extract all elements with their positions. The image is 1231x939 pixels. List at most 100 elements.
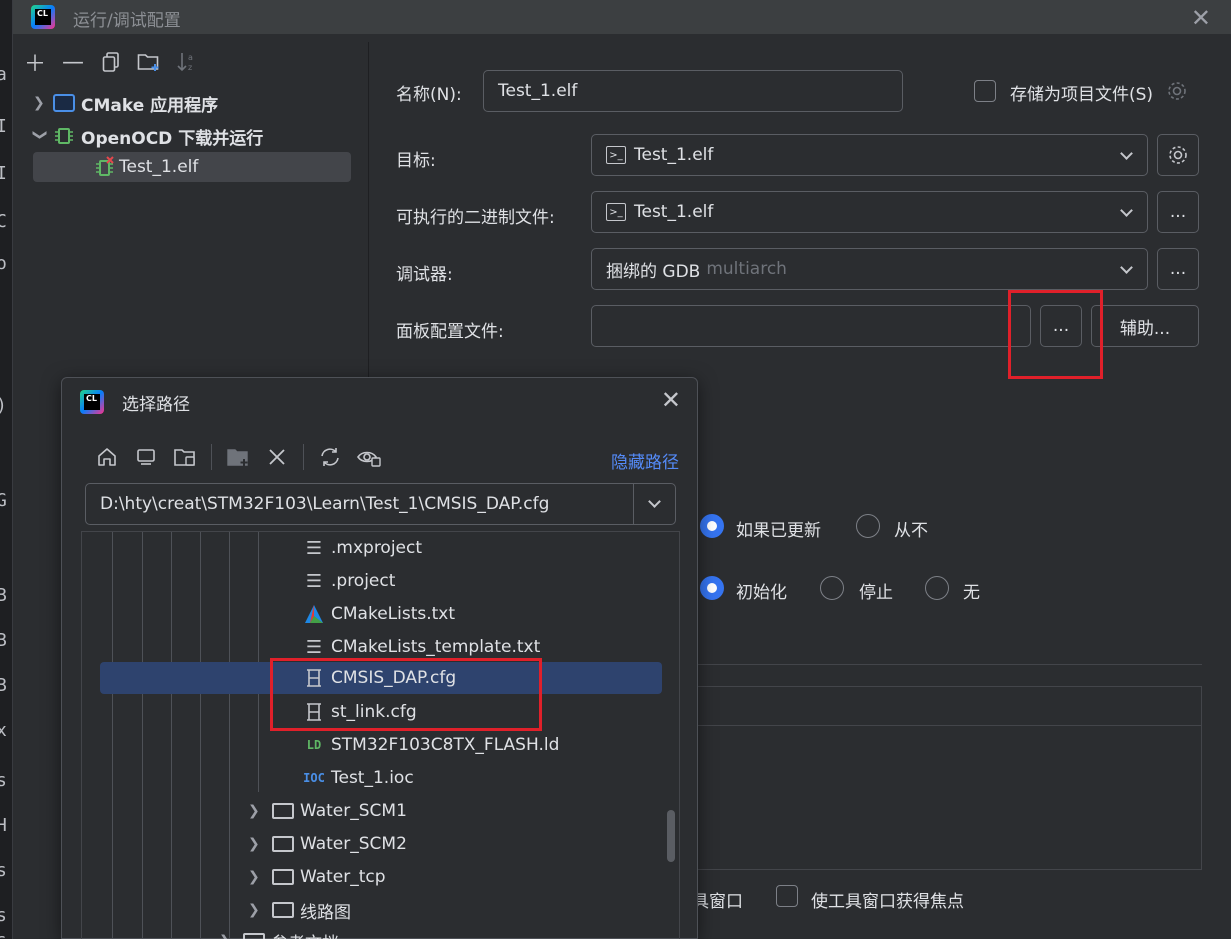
file-row[interactable]: IOC Test_1.ioc (303, 762, 414, 794)
radio-halt[interactable] (820, 576, 844, 600)
add-icon[interactable]: ＋ (23, 50, 47, 77)
text-file-icon: ☰ (305, 570, 323, 592)
chevron-down-icon[interactable]: ❯ (32, 129, 48, 143)
name-label: 名称(N): (396, 85, 462, 105)
chooser-title: 选择路径 (122, 395, 190, 415)
executable-dropdown[interactable]: >_ Test_1.elf (591, 191, 1148, 233)
cmake-app-icon (53, 94, 75, 112)
radio-if-updated[interactable] (700, 514, 724, 538)
tree-guide (229, 532, 230, 939)
cmake-icon (305, 605, 323, 623)
toolbar-separator (303, 444, 304, 470)
scrollbar-thumb[interactable] (667, 810, 675, 862)
select-path-dialog: CL 选择路径 ✕ 隐藏路径 D:\hty\creat\STM32F103\Le… (61, 377, 698, 939)
chevron-right-icon[interactable]: ❯ (248, 803, 266, 819)
editor-char: B (0, 675, 7, 696)
delete-icon[interactable] (264, 444, 290, 470)
file-name: STM32F103C8TX_FLASH.ld (331, 735, 560, 755)
dialog-title: 运行/调试配置 (73, 11, 181, 31)
tree-item-openocd[interactable]: ❯ OpenOCD 下载并运行 (32, 121, 263, 151)
editor-background-strip: aIICo)GBBBxsHssss (0, 0, 12, 939)
file-name: Test_1.ioc (331, 768, 414, 788)
clion-logo-icon: CL (80, 390, 104, 414)
radio-none[interactable] (925, 576, 949, 600)
focus-tool-window-checkbox[interactable] (776, 885, 798, 907)
debugger-label: 调试器: (396, 265, 453, 285)
executable-browse-button[interactable]: ... (1157, 191, 1199, 233)
file-row[interactable]: ☰ .mxproject (304, 532, 422, 564)
gear-icon[interactable] (1166, 80, 1188, 102)
before-launch-list[interactable] (690, 686, 1202, 870)
radio-halt-label: 停止 (859, 583, 893, 603)
terminal-icon: >_ (606, 203, 626, 221)
editor-char: o (0, 253, 7, 274)
show-hidden-icon[interactable] (356, 444, 382, 470)
folder-row[interactable]: ❯ Water_tcp (248, 861, 386, 893)
editor-char: s (0, 770, 7, 791)
folder-row[interactable]: ❯ 线路图 (248, 894, 351, 926)
separator (690, 664, 1202, 665)
titlebar: CL 运行/调试配置 ✕ (13, 0, 1231, 34)
terminal-icon: >_ (606, 146, 626, 164)
home-icon[interactable] (94, 444, 120, 470)
target-label: 目标: (396, 151, 436, 171)
executable-value: Test_1.elf (634, 202, 714, 222)
show-tool-window-label: 具窗口 (692, 892, 743, 912)
file-name: CMakeLists_template.txt (331, 637, 541, 657)
folder-row[interactable]: ❯ Water_SCM2 (248, 828, 407, 860)
debugger-browse-button[interactable]: ... (1157, 248, 1199, 290)
chevron-right-icon[interactable]: ❯ (33, 95, 53, 111)
config-toolbar: ＋ — az (23, 50, 199, 78)
close-icon[interactable]: ✕ (1191, 4, 1211, 32)
desktop-icon[interactable] (133, 444, 159, 470)
folder-row[interactable]: ❯ 参考文档 (219, 925, 339, 939)
file-row[interactable]: CMakeLists.txt (304, 598, 455, 630)
refresh-icon[interactable] (317, 444, 343, 470)
file-name: .project (331, 571, 396, 591)
chevron-right-icon[interactable]: ❯ (248, 869, 266, 885)
store-as-project-file-label: 存储为项目文件(S) (1010, 85, 1154, 105)
debugger-dropdown[interactable]: 捆绑的 GDB multiarch (591, 248, 1148, 290)
project-folder-icon[interactable] (172, 444, 198, 470)
tree-item-cmake-app[interactable]: ❯ CMake 应用程序 (33, 88, 218, 118)
new-folder-icon[interactable] (225, 444, 251, 470)
path-input[interactable]: D:\hty\creat\STM32F103\Learn\Test_1\CMSI… (85, 483, 676, 525)
editor-char: s (0, 905, 7, 926)
file-row[interactable]: ☰ .project (304, 565, 395, 597)
file-tree[interactable]: ☰ .mxproject ☰ .project CMakeLists.txt ☰… (81, 531, 680, 939)
remove-icon[interactable]: — (61, 50, 85, 75)
path-history-dropdown[interactable] (633, 484, 675, 524)
target-settings-button[interactable] (1157, 134, 1199, 176)
executable-label: 可执行的二进制文件: (396, 208, 555, 228)
store-as-project-file-checkbox[interactable] (974, 80, 996, 102)
sort-icon[interactable]: az (175, 50, 199, 74)
new-folder-icon[interactable] (137, 50, 161, 74)
copy-icon[interactable] (99, 50, 123, 74)
openocd-chip-icon (55, 128, 73, 144)
focus-tool-window-label: 使工具窗口获得焦点 (811, 892, 964, 912)
board-config-label: 面板配置文件: (396, 322, 504, 342)
close-icon[interactable]: ✕ (661, 386, 681, 414)
file-name: .mxproject (331, 538, 423, 558)
target-dropdown[interactable]: >_ Test_1.elf (591, 134, 1148, 176)
folder-icon (272, 869, 294, 885)
radio-init[interactable] (700, 576, 724, 600)
highlight-annotation (1008, 290, 1103, 379)
file-row[interactable]: LD STM32F103C8TX_FLASH.ld (304, 729, 560, 761)
folder-row[interactable]: ❯ Water_SCM1 (248, 795, 407, 827)
folder-name: 线路图 (300, 902, 351, 923)
openocd-config-error-icon (96, 156, 114, 176)
tree-item-label: CMake 应用程序 (81, 95, 219, 116)
chevron-right-icon[interactable]: ❯ (248, 902, 266, 918)
svg-text:z: z (188, 63, 192, 72)
tree-item-test-elf[interactable]: Test_1.elf (33, 152, 351, 182)
chevron-right-icon[interactable]: ❯ (248, 836, 266, 852)
hide-path-link[interactable]: 隐藏路径 (611, 448, 679, 473)
board-config-input[interactable] (591, 305, 1031, 347)
name-input[interactable]: Test_1.elf (483, 70, 903, 112)
radio-never[interactable] (856, 514, 880, 538)
tree-item-label: Test_1.elf (119, 157, 199, 177)
chevron-right-icon[interactable]: ❯ (219, 933, 237, 939)
name-input-value: Test_1.elf (498, 81, 578, 101)
assist-button[interactable]: 辅助... (1091, 305, 1199, 347)
